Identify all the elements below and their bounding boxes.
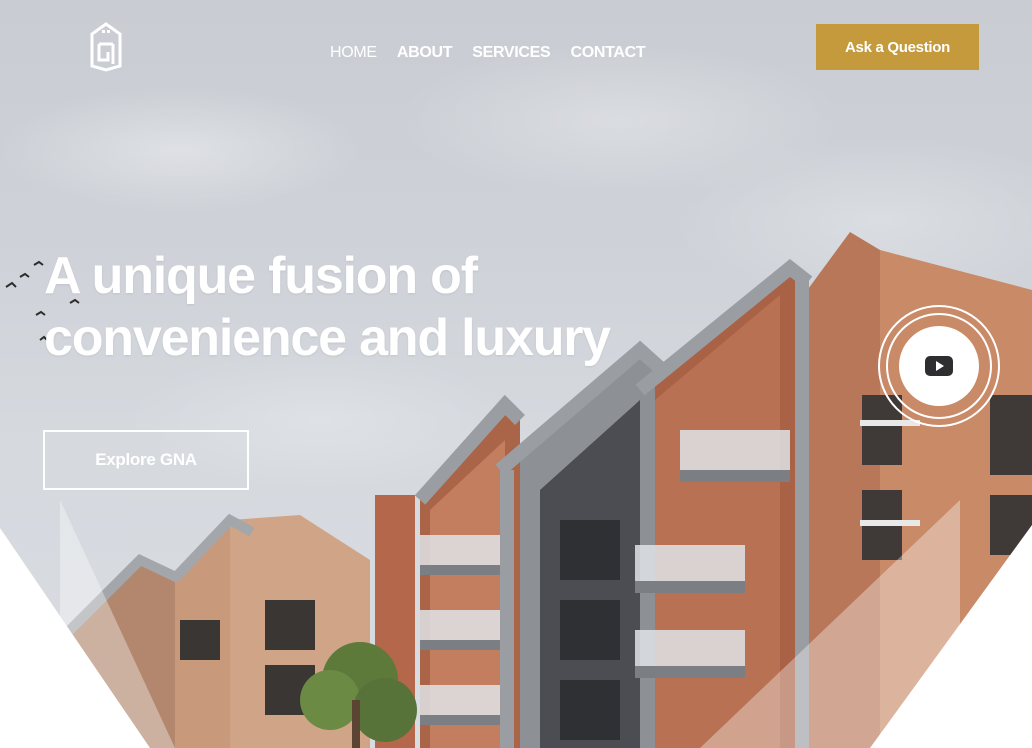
nav-home[interactable]: HOME: [330, 44, 377, 62]
main-nav: HOME ABOUT SERVICES CONTACT: [330, 44, 646, 62]
nav-contact[interactable]: CONTACT: [570, 44, 645, 62]
nav-services[interactable]: SERVICES: [472, 44, 551, 62]
gna-logo-icon[interactable]: [86, 22, 126, 72]
explore-gna-button[interactable]: Explore GNA: [43, 430, 249, 490]
youtube-play-icon: [925, 356, 953, 376]
headline-line-1: A unique fusion of: [44, 247, 478, 305]
hero-section: HOME ABOUT SERVICES CONTACT Ask a Questi…: [0, 0, 1032, 748]
video-play-widget[interactable]: [878, 305, 1000, 427]
hero-headline: A unique fusion of convenience and luxur…: [44, 245, 611, 369]
video-play-button[interactable]: [899, 326, 979, 406]
ask-question-button[interactable]: Ask a Question: [816, 24, 979, 70]
nav-about[interactable]: ABOUT: [397, 44, 453, 62]
headline-line-2: convenience and luxury: [44, 309, 611, 367]
